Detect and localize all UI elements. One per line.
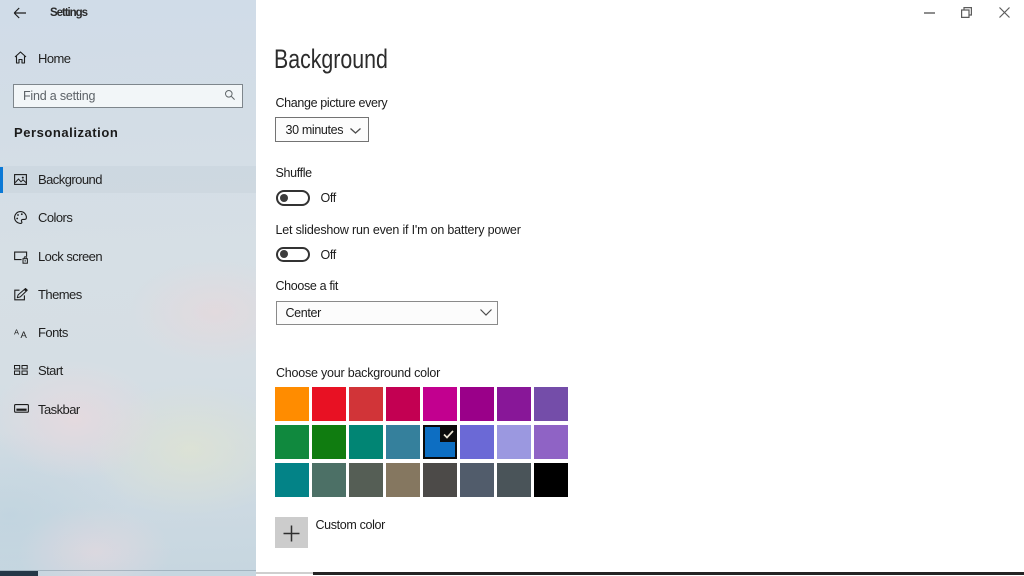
svg-text:A: A bbox=[21, 330, 28, 339]
svg-text:A: A bbox=[14, 328, 19, 337]
